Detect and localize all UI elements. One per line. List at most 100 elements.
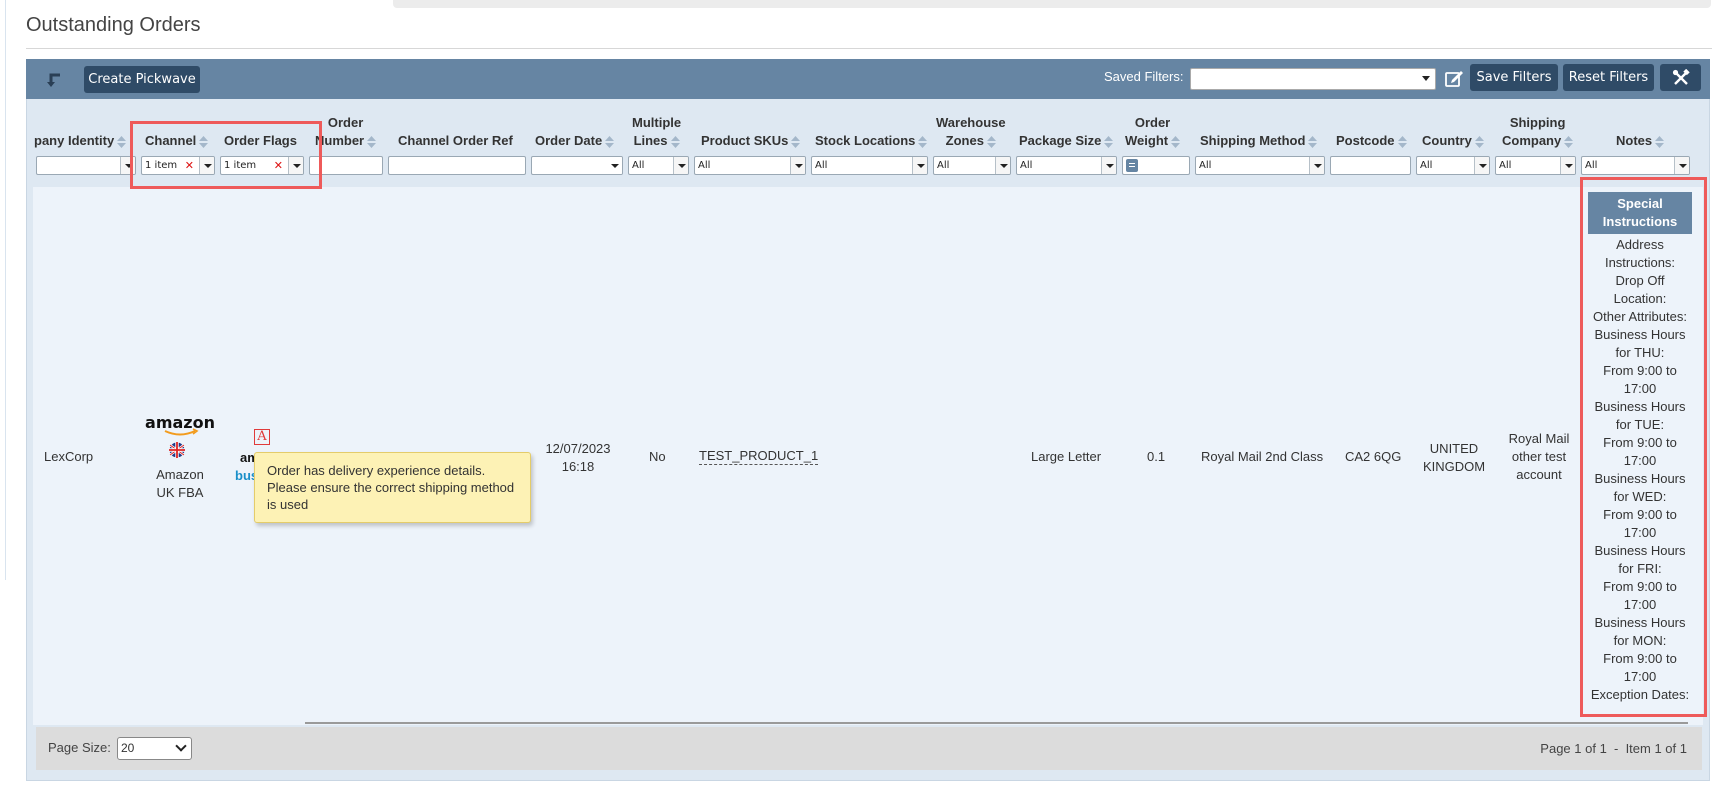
column-label-line: Order [1134,115,1171,130]
channel-filter[interactable]: 1 item ✕ [141,156,215,175]
saved-filters-label: Saved Filters: [1104,69,1184,84]
column-label-line: Warehouse [936,115,1006,130]
channel-order-ref-filter[interactable] [388,156,526,175]
sort-icon [986,135,996,148]
order-number-filter[interactable] [309,156,383,175]
order-date-line: 12/07/2023 [545,441,611,456]
product-skus-filter[interactable]: All [694,156,806,175]
order-date-filter[interactable] [531,156,623,175]
column-channel-order-ref[interactable]: Channel Order Ref [398,132,513,150]
column-label: Package Size [1019,133,1102,148]
chevron-down-icon [1309,157,1324,174]
grid-footer [36,727,1702,770]
edit-icon[interactable] [1444,68,1464,88]
notes-line: 17:00 [1623,669,1657,684]
notes-line: Business Hours [1594,471,1686,486]
clear-icon[interactable]: ✕ [274,157,283,174]
reset-filters-button[interactable]: Reset Filters [1563,64,1654,91]
shipping-company-cell: Royal Mail other test account [1497,430,1581,484]
order-flag-badge-icon[interactable]: A [254,429,270,445]
order-weight-filter[interactable] [1122,156,1190,175]
notes-header-line: Special [1617,196,1663,211]
number-filter-icon[interactable] [1126,159,1138,172]
column-label: Order Date [535,133,603,148]
notes-line: Business Hours [1594,543,1686,558]
sort-icon [367,135,377,148]
column-country[interactable]: Country [1422,132,1484,150]
column-channel[interactable]: Channel [145,132,209,150]
shipping-company-filter[interactable]: All [1495,156,1576,175]
notes-line: 17:00 [1623,525,1657,540]
column-order-date[interactable]: Order Date [535,132,615,150]
notes-line: Business Hours [1594,327,1686,342]
column-label: Channel [145,133,197,148]
column-package-size[interactable]: Package Size [1019,132,1114,150]
notes-line: From 9:00 to [1603,651,1677,666]
sort-icon [117,135,127,148]
column-postcode[interactable]: Postcode [1336,132,1407,150]
grid-tools-button[interactable] [1660,64,1701,91]
chevron-down-icon [288,157,303,174]
order-flags-filter[interactable]: 1 item ✕ [220,156,304,175]
shipping-method-filter[interactable]: All [1195,156,1325,175]
page-size-value: 20 [121,741,135,755]
chevron-down-icon [120,157,135,174]
notes-filter[interactable]: All [1581,156,1690,175]
notes-line: for MON: [1613,633,1667,648]
delivery-experience-tooltip: Order has delivery experience details. P… [254,452,531,523]
notes-line: From 9:00 to [1603,579,1677,594]
column-stock-locations[interactable]: Stock Locations [815,132,928,150]
postcode-filter[interactable] [1330,156,1411,175]
sort-icon [1655,135,1665,148]
column-label: Product SKUs [701,133,789,148]
page-size-select[interactable]: 20 [117,737,192,760]
product-sku-link[interactable]: TEST_PRODUCT_1 [699,448,819,465]
special-instructions-header: Special Instructions [1588,192,1692,234]
postcode-cell: CA2 6QG [1345,449,1402,464]
column-shipping-method[interactable]: Shipping Method [1200,132,1318,150]
sort-icon [1171,135,1181,148]
column-label: Stock Locations [815,133,916,148]
top-strip [393,0,1711,8]
package-size-filter[interactable]: All [1016,156,1117,175]
multiple-lines-filter[interactable]: All [628,156,689,175]
country-cell: UNITED KINGDOM [1419,440,1489,476]
column-label: Country [1422,133,1472,148]
column-shipping-company[interactable]: Shipping Company [1502,114,1574,150]
sort-icon [670,135,680,148]
column-label-line: Multiple [632,115,682,130]
column-warehouse-zones[interactable]: Warehouse Zones [936,114,1006,150]
column-order-flags[interactable]: Order Flags [224,132,297,150]
column-label: pany Identity [34,133,115,148]
saved-filters-select[interactable] [1190,68,1436,90]
sort-icon [1104,135,1114,148]
filter-value: All [632,160,645,171]
filter-value: All [698,160,711,171]
warehouse-zones-filter[interactable]: All [933,156,1011,175]
left-border-line [5,0,6,580]
order-date-cell: 12/07/2023 16:18 [543,440,613,476]
notes-line: 17:00 [1623,597,1657,612]
clear-icon[interactable]: ✕ [185,157,194,174]
column-label: Postcode [1336,133,1395,148]
column-product-skus[interactable]: Product SKUs [701,132,801,150]
column-label-line: Number [315,133,365,148]
notes-line: for WED: [1613,489,1667,504]
shipping-method-cell: Royal Mail 2nd Class [1201,449,1324,464]
sort-icon [918,135,928,148]
horizontal-scrollbar[interactable] [305,722,1688,724]
save-filters-button[interactable]: Save Filters [1470,64,1558,91]
company-identity-filter[interactable] [36,156,136,175]
column-order-weight[interactable]: Order Weight [1125,114,1181,150]
shipping-company-line: account [1516,467,1562,482]
column-multiple-lines[interactable]: Multiple Lines [632,114,681,150]
return-arrow-icon[interactable] [46,72,62,88]
column-company-identity[interactable]: pany Identity [34,132,127,150]
column-notes[interactable]: Notes [1616,132,1665,150]
chevron-down-icon [673,157,688,174]
column-order-number[interactable]: Order Number [315,114,377,150]
filter-value: 1 item [145,160,178,171]
country-filter[interactable]: All [1416,156,1490,175]
stock-locations-filter[interactable]: All [811,156,928,175]
create-pickwave-button[interactable]: Create Pickwave [84,66,200,93]
